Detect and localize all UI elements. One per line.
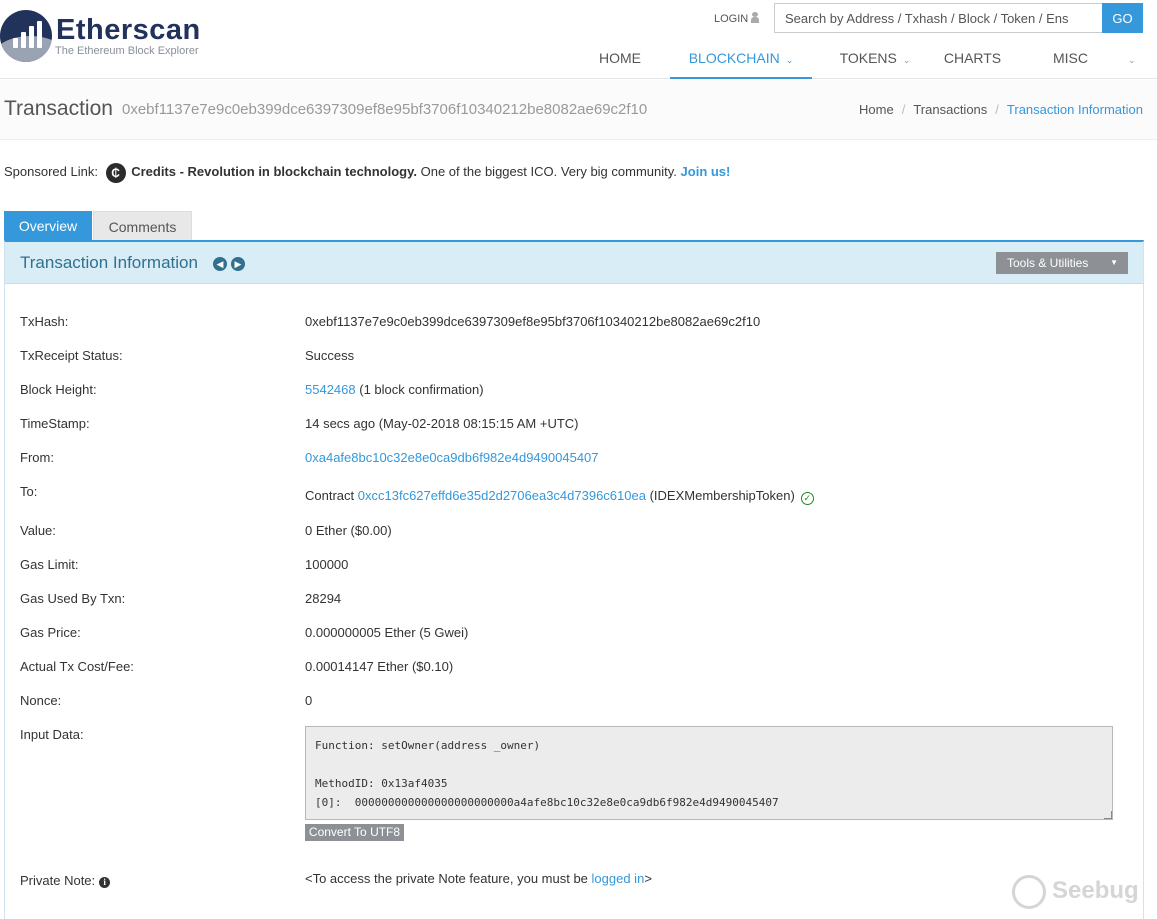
tab-overview[interactable]: Overview (4, 211, 92, 241)
row-to: To: Contract 0xcc13fc627effd6e35d2d2706e… (20, 482, 1130, 505)
seebug-logo-icon (1012, 875, 1046, 909)
etherscan-logo[interactable]: Etherscan The Ethereum Block Explorer (0, 8, 210, 68)
site-header: Etherscan The Ethereum Block Explorer LO… (0, 0, 1157, 79)
row-private-note: Private Note: i <To access the private No… (20, 871, 652, 888)
nav-charts[interactable]: CHARTS (930, 39, 1015, 79)
nav-home[interactable]: HOME (575, 39, 665, 79)
brand-tagline: The Ethereum Block Explorer (55, 45, 199, 57)
block-confirmations: (1 block confirmation) (359, 382, 484, 397)
page-titlebar: Transaction 0xebf1137e7e9c0eb399dce63973… (0, 80, 1157, 140)
search-go-button[interactable]: GO (1102, 3, 1143, 33)
panel-header: Transaction Information ◀ ▶ Tools & Util… (5, 242, 1143, 284)
row-gas-price: Gas Price: 0.000000005 Ether (5 Gwei) (20, 623, 1130, 643)
to-contract-prefix: Contract (305, 488, 355, 503)
row-from: From: 0xa4afe8bc10c32e8e0ca9db6f982e4d94… (20, 450, 599, 465)
chevron-down-icon: ⌄ (1128, 55, 1136, 65)
value-amount: 0 Ether ($0.00) (305, 523, 392, 538)
gas-limit-value: 100000 (305, 557, 349, 572)
to-contract-name: (IDEXMembershipToken) (649, 488, 795, 503)
breadcrumb-transactions[interactable]: Transactions (913, 102, 987, 117)
user-icon (751, 12, 760, 23)
row-value: Value: 0 Ether ($0.00) (20, 521, 1130, 541)
sponsor-text: One of the biggest ICO. Very big communi… (420, 164, 677, 179)
sponsor-join-link[interactable]: Join us! (681, 164, 731, 179)
nonce-value: 0 (305, 693, 313, 708)
row-gas-used: Gas Used By Txn: 28294 (20, 589, 1130, 609)
info-icon[interactable]: i (99, 877, 111, 888)
sponsor-headline[interactable]: Credits - Revolution in blockchain techn… (131, 164, 417, 179)
nav-blockchain[interactable]: BLOCKCHAIN ⌄ (670, 39, 812, 79)
fee-value: 0.00014147 Ether ($0.10) (305, 659, 454, 674)
page-title: Transaction (4, 97, 113, 120)
nav-tokens[interactable]: TOKENS ⌄ (825, 39, 925, 79)
caret-down-icon: ▼ (1110, 258, 1118, 267)
row-timestamp: TimeStamp: 14 secs ago (May-02-2018 08:1… (20, 414, 1130, 434)
convert-utf8-button[interactable]: Convert To UTF8 (305, 824, 404, 841)
credits-logo-icon: ₵ (105, 162, 126, 183)
gas-used-value: 28294 (305, 591, 342, 606)
to-address-link[interactable]: 0xcc13fc627effd6e35d2d2706ea3c4d7396c610… (358, 488, 646, 503)
breadcrumb-current: Transaction Information (1006, 102, 1143, 117)
row-nonce: Nonce: 0 (20, 691, 1130, 711)
transaction-panel: Transaction Information ◀ ▶ Tools & Util… (4, 240, 1144, 919)
prev-tx-icon[interactable]: ◀ (213, 257, 227, 271)
chevron-down-icon: ⌄ (902, 55, 911, 65)
chevron-down-icon: ⌄ (785, 55, 794, 65)
status-badge: Success (305, 348, 355, 363)
row-block: Block Height: 5542468 (1 block confirmat… (20, 382, 484, 397)
tools-utilities-button[interactable]: Tools & Utilities ▼ (996, 252, 1128, 274)
block-link[interactable]: 5542468 (305, 382, 356, 397)
search-input[interactable] (774, 3, 1102, 33)
login-link-inline[interactable]: logged in (592, 871, 645, 886)
panel-title: Transaction Information (20, 253, 198, 272)
resize-handle[interactable] (1104, 811, 1112, 819)
input-data-textarea[interactable]: Function: setOwner(address _owner) Metho… (305, 726, 1113, 820)
next-tx-icon[interactable]: ▶ (231, 257, 245, 271)
nav-misc[interactable]: MISC ⌄ (1035, 39, 1145, 79)
login-link[interactable]: LOGIN (714, 12, 760, 25)
timestamp-value: 14 secs ago (May-02-2018 08:15:15 AM +UT… (305, 416, 579, 431)
sponsored-link: Sponsored Link: ₵ Credits - Revolution i… (4, 161, 730, 183)
seebug-watermark: Seebug (1012, 873, 1152, 913)
sponsor-label: Sponsored Link: (4, 164, 98, 179)
from-address-link[interactable]: 0xa4afe8bc10c32e8e0ca9db6f982e4d94900454… (305, 450, 599, 465)
verified-check-icon: ✓ (800, 492, 814, 505)
logo-icon (0, 10, 52, 62)
private-note-text: <To access the private Note feature, you… (305, 871, 588, 886)
row-status: TxReceipt Status: Success (20, 346, 1130, 366)
brand-name: Etherscan (56, 14, 201, 46)
txhash-value: 0xebf1137e7e9c0eb399dce6397309ef8e95bf37… (305, 314, 761, 329)
tab-comments[interactable]: Comments (93, 211, 192, 241)
breadcrumb: Home / Transactions / Transaction Informatio… (859, 102, 1143, 117)
watermark-text: Seebug (1052, 877, 1139, 904)
login-label: LOGIN (714, 13, 749, 25)
row-gas-limit: Gas Limit: 100000 (20, 555, 1130, 575)
row-fee: Actual Tx Cost/Fee: 0.00014147 Ether ($0… (20, 657, 1130, 677)
row-txhash: TxHash: 0xebf1137e7e9c0eb399dce6397309ef… (20, 312, 1130, 332)
breadcrumb-home[interactable]: Home (859, 102, 894, 117)
gas-price-value: 0.000000005 Ether (5 Gwei) (305, 625, 469, 640)
page-title-hash: 0xebf1137e7e9c0eb399dce6397309ef8e95bf37… (122, 101, 648, 118)
